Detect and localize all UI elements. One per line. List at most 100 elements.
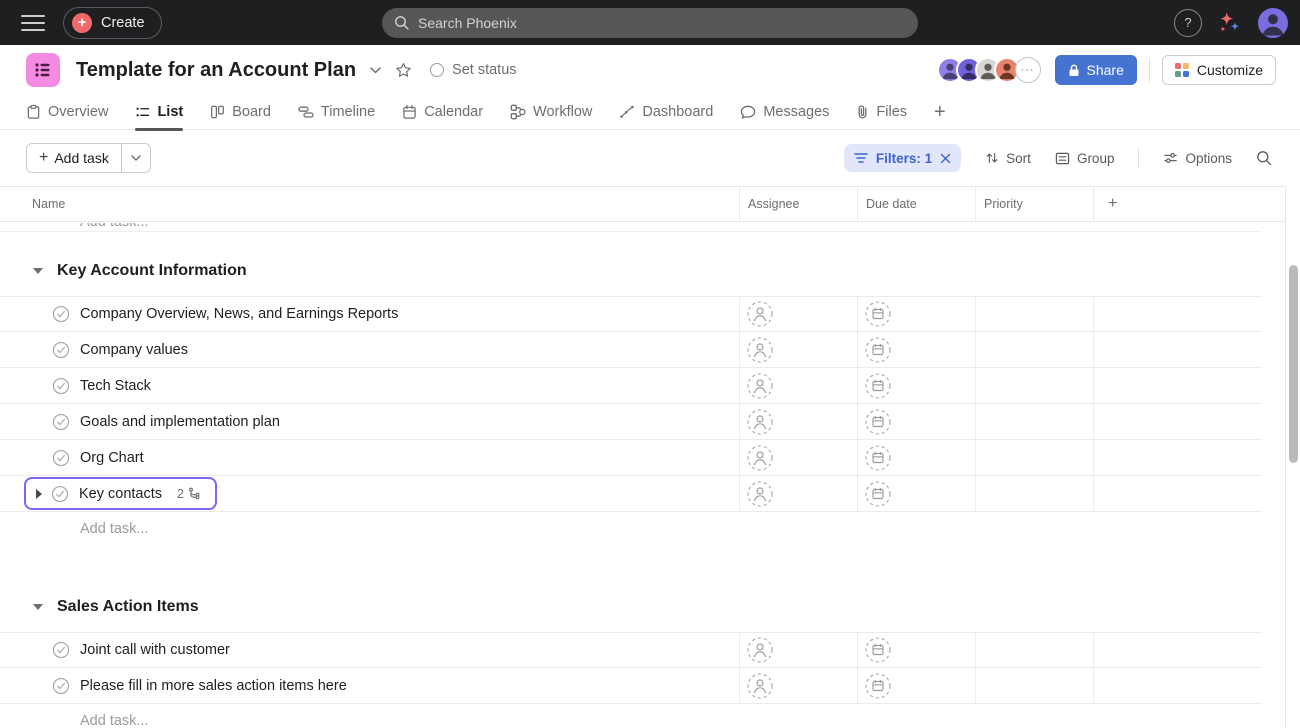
tab-messages[interactable]: Messages	[740, 95, 829, 130]
assignee-cell[interactable]	[739, 633, 857, 667]
tab-timeline[interactable]: Timeline	[298, 95, 375, 130]
task-name[interactable]: Org Chart	[80, 450, 144, 466]
task-name[interactable]: Company values	[80, 342, 188, 358]
chevron-down-icon[interactable]	[370, 67, 381, 74]
due-date-cell[interactable]	[857, 404, 975, 439]
tab-board[interactable]: Board	[210, 95, 271, 130]
assignee-cell[interactable]	[739, 368, 857, 403]
complete-check-icon[interactable]	[52, 677, 70, 695]
search-tasks-icon[interactable]	[1256, 150, 1272, 166]
priority-cell[interactable]	[975, 668, 1093, 703]
assignee-cell[interactable]	[739, 440, 857, 475]
create-button[interactable]: + Create	[63, 7, 162, 39]
column-header-name[interactable]: Name	[0, 197, 739, 211]
tab-overview[interactable]: Overview	[26, 95, 108, 130]
selected-task-box[interactable]: Key contacts 2	[24, 477, 217, 510]
due-date-cell[interactable]	[857, 476, 975, 511]
task-name[interactable]: Goals and implementation plan	[80, 414, 280, 430]
view-tabs: Overview List Board Timeline Calendar	[0, 95, 1300, 130]
due-date-cell[interactable]	[857, 668, 975, 703]
complete-check-icon[interactable]	[52, 341, 70, 359]
add-column-button[interactable]: +	[1093, 187, 1262, 221]
clipped-add-task-row[interactable]: Add task...	[0, 223, 1262, 232]
due-date-placeholder-icon	[865, 373, 891, 399]
due-date-cell[interactable]	[857, 368, 975, 403]
column-header-assignee[interactable]: Assignee	[739, 187, 857, 221]
add-task-main[interactable]: + Add task	[27, 144, 121, 172]
expand-subtasks-icon[interactable]	[36, 489, 42, 499]
set-status-button[interactable]: Set status	[430, 62, 516, 78]
task-row-selected[interactable]: Key contacts 2	[0, 476, 1262, 512]
options-button[interactable]: Options	[1163, 151, 1232, 166]
tab-dashboard[interactable]: Dashboard	[619, 95, 713, 130]
task-name[interactable]: Joint call with customer	[80, 642, 230, 658]
tab-calendar[interactable]: Calendar	[402, 95, 483, 130]
member-avatars[interactable]: ···	[937, 57, 1041, 83]
priority-cell[interactable]	[975, 297, 1093, 331]
column-header-due-date[interactable]: Due date	[857, 187, 975, 221]
task-name[interactable]: Tech Stack	[80, 378, 151, 394]
complete-check-icon[interactable]	[52, 377, 70, 395]
priority-cell[interactable]	[975, 404, 1093, 439]
priority-cell[interactable]	[975, 476, 1093, 511]
clear-filter-icon[interactable]	[940, 153, 951, 164]
task-name[interactable]: Please fill in more sales action items h…	[80, 678, 347, 694]
section-header-key-account-information[interactable]: Key Account Information	[0, 253, 1262, 289]
sparkles-ai-icon[interactable]	[1218, 11, 1242, 35]
priority-cell[interactable]	[975, 633, 1093, 667]
task-row[interactable]: Goals and implementation plan	[0, 404, 1262, 440]
help-button[interactable]: ?	[1174, 9, 1202, 37]
add-task-dropdown[interactable]	[121, 144, 150, 172]
favorite-star-icon[interactable]	[395, 62, 412, 78]
due-date-cell[interactable]	[857, 297, 975, 331]
assignee-cell[interactable]	[739, 404, 857, 439]
complete-check-icon[interactable]	[52, 305, 70, 323]
due-date-cell[interactable]	[857, 332, 975, 367]
due-date-cell[interactable]	[857, 633, 975, 667]
more-members-button[interactable]: ···	[1015, 57, 1041, 83]
project-icon[interactable]	[26, 53, 60, 87]
group-button[interactable]: Group	[1055, 151, 1115, 166]
vertical-scrollbar[interactable]	[1289, 265, 1298, 463]
search-input[interactable]: Search Phoenix	[382, 8, 918, 38]
sort-button[interactable]: Sort	[985, 151, 1031, 166]
task-row[interactable]: Org Chart	[0, 440, 1262, 476]
tab-label: Workflow	[533, 104, 592, 120]
priority-cell[interactable]	[975, 332, 1093, 367]
assignee-cell[interactable]	[739, 332, 857, 367]
filters-badge[interactable]: Filters: 1	[844, 144, 961, 172]
task-name[interactable]: Key contacts	[79, 486, 162, 502]
tab-list[interactable]: List	[135, 95, 183, 130]
add-task-row[interactable]: Add task...	[0, 512, 1262, 546]
complete-check-icon[interactable]	[52, 449, 70, 467]
task-row[interactable]: Joint call with customer	[0, 632, 1262, 668]
complete-check-icon[interactable]	[51, 485, 69, 503]
task-row[interactable]: Company values	[0, 332, 1262, 368]
complete-check-icon[interactable]	[52, 641, 70, 659]
assignee-cell[interactable]	[739, 297, 857, 331]
add-task-row[interactable]: Add task...	[0, 704, 1262, 728]
customize-button[interactable]: Customize	[1162, 55, 1276, 85]
tab-workflow[interactable]: Workflow	[510, 95, 592, 130]
tab-files[interactable]: Files	[856, 95, 907, 130]
section-header-sales-action-items[interactable]: Sales Action Items	[0, 589, 1262, 625]
collapse-triangle-icon[interactable]	[33, 268, 43, 274]
tab-add-view[interactable]: +	[934, 95, 946, 130]
hamburger-menu-icon[interactable]	[21, 15, 45, 31]
assignee-cell[interactable]	[739, 476, 857, 511]
priority-cell[interactable]	[975, 368, 1093, 403]
complete-check-icon[interactable]	[52, 413, 70, 431]
task-name[interactable]: Company Overview, News, and Earnings Rep…	[80, 306, 398, 322]
column-header-priority[interactable]: Priority	[975, 187, 1093, 221]
add-task-button[interactable]: + Add task	[26, 143, 151, 173]
task-row[interactable]: Company Overview, News, and Earnings Rep…	[0, 296, 1262, 332]
due-date-cell[interactable]	[857, 440, 975, 475]
collapse-triangle-icon[interactable]	[33, 604, 43, 610]
task-row[interactable]: Tech Stack	[0, 368, 1262, 404]
due-date-placeholder-icon	[865, 445, 891, 471]
share-button[interactable]: Share	[1055, 55, 1137, 85]
priority-cell[interactable]	[975, 440, 1093, 475]
assignee-cell[interactable]	[739, 668, 857, 703]
task-row[interactable]: Please fill in more sales action items h…	[0, 668, 1262, 704]
user-avatar[interactable]	[1258, 8, 1288, 38]
